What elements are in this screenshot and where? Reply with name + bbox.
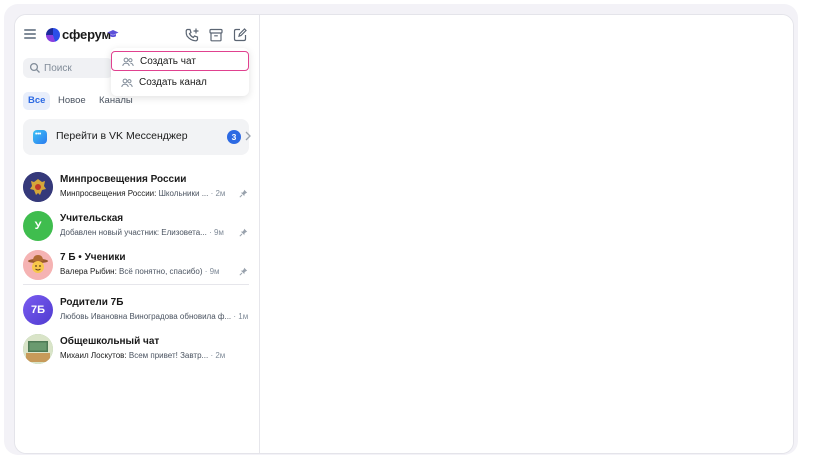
users-icon bbox=[122, 57, 134, 67]
chat-sender: Минпросвещения России: bbox=[60, 189, 157, 198]
chat-list-item[interactable]: 7Б Родители 7Б Любовь Ивановна Виноградо… bbox=[15, 292, 260, 330]
create-chat-label: Создать чат bbox=[140, 56, 196, 67]
chat-sender: Валера Рыбин: bbox=[60, 267, 117, 276]
chat-message: Школьники ... bbox=[156, 189, 209, 198]
chat-message: Всё понятно, спасибо) bbox=[116, 267, 203, 276]
chat-time: · 2м bbox=[208, 351, 226, 360]
chat-time: · 9м bbox=[202, 267, 220, 276]
logo-icon bbox=[46, 28, 60, 42]
chat-title: Родители 7Б bbox=[60, 297, 124, 308]
search-icon bbox=[29, 62, 40, 73]
hamburger-menu-icon[interactable] bbox=[24, 29, 36, 39]
chat-title: Минпросвещения России bbox=[60, 174, 187, 185]
tab-new[interactable]: Новое bbox=[53, 92, 91, 110]
chat-message: Всем привет! Завтр... bbox=[126, 351, 209, 360]
app-logo-text: сферум bbox=[62, 27, 111, 42]
unread-badge: 3 bbox=[227, 130, 241, 144]
phone-plus-icon bbox=[185, 28, 199, 42]
avatar-initials: У bbox=[34, 220, 42, 232]
create-chat-menu-item[interactable]: Создать чат bbox=[111, 51, 249, 71]
chat-sender: Михаил Лоскутов: bbox=[60, 351, 127, 360]
graduation-cap-icon bbox=[107, 30, 119, 38]
chat-preview: Валера Рыбин: Всё понятно, спасибо) · 9м bbox=[60, 267, 235, 276]
chat-time: · 2м bbox=[208, 189, 226, 198]
create-channel-label: Создать канал bbox=[139, 77, 207, 88]
chat-time: · 1м bbox=[231, 312, 249, 321]
chevron-right-icon bbox=[245, 131, 251, 141]
avatar bbox=[23, 250, 53, 280]
avatar-initials: 7Б bbox=[30, 304, 46, 316]
vk-messenger-promo[interactable]: Перейти в VK Мессенджер 3 bbox=[23, 119, 251, 155]
sidebar: сферум Поиск Создать чат Создать канал В… bbox=[15, 15, 260, 453]
pin-icon bbox=[239, 228, 248, 237]
chat-sender: Любовь Ивановна Виноградова обновила ф..… bbox=[60, 312, 232, 321]
main-content-area bbox=[261, 15, 793, 453]
avatar bbox=[23, 172, 53, 202]
create-menu-dropdown: Создать чат Создать канал bbox=[111, 48, 249, 96]
cowboy-emoji-icon bbox=[23, 250, 53, 280]
chat-list-item[interactable]: Общешкольный чат Михаил Лоскутов: Всем п… bbox=[15, 331, 260, 369]
tab-all[interactable]: Все bbox=[23, 92, 51, 110]
emblem-icon bbox=[23, 172, 53, 202]
chat-title: 7 Б • Ученики bbox=[60, 252, 126, 263]
avatar: У bbox=[23, 211, 53, 241]
chat-preview: Михаил Лоскутов: Всем привет! Завтр... ·… bbox=[60, 351, 235, 360]
users-icon bbox=[121, 78, 133, 88]
chat-preview: Любовь Ивановна Виноградова обновила ф..… bbox=[60, 312, 250, 321]
app-window: сферум Поиск Создать чат Создать канал В… bbox=[14, 14, 794, 454]
search-input[interactable] bbox=[44, 61, 110, 75]
vk-messenger-icon bbox=[33, 130, 47, 144]
empty-conversation-pane bbox=[261, 15, 793, 453]
compose-button[interactable] bbox=[231, 26, 249, 44]
chat-list-item[interactable]: 7 Б • Ученики Валера Рыбин: Всё понятно,… bbox=[15, 247, 260, 285]
create-channel-menu-item[interactable]: Создать канал bbox=[111, 73, 249, 93]
pin-icon bbox=[239, 189, 248, 198]
pinned-divider bbox=[23, 284, 249, 285]
chat-title: Учительская bbox=[60, 213, 124, 224]
chat-title: Общешкольный чат bbox=[60, 336, 160, 347]
archive-icon bbox=[209, 28, 223, 42]
compose-icon bbox=[233, 28, 247, 42]
avatar bbox=[23, 334, 53, 364]
chat-preview: Минпросвещения России: Школьники ... · 2… bbox=[60, 189, 235, 198]
classroom-photo-icon bbox=[23, 334, 53, 364]
chat-time: · 9м bbox=[206, 228, 224, 237]
archive-button[interactable] bbox=[207, 26, 225, 44]
screen-frame: сферум Поиск Создать чат Создать канал В… bbox=[4, 4, 798, 455]
avatar: 7Б bbox=[23, 295, 53, 325]
chat-list-item[interactable]: У Учительская Добавлен новый участник: Е… bbox=[15, 208, 260, 246]
chat-message: Добавлен новый участник: Елизовета... bbox=[60, 228, 207, 237]
promo-label: Перейти в VK Мессенджер bbox=[56, 130, 188, 142]
chat-preview: Добавлен новый участник: Елизовета... · … bbox=[60, 228, 235, 237]
new-call-button[interactable] bbox=[183, 26, 201, 44]
search-field[interactable] bbox=[23, 58, 113, 78]
pin-icon bbox=[239, 267, 248, 276]
chat-list-item[interactable]: Минпросвещения России Минпросвещения Рос… bbox=[15, 169, 260, 207]
